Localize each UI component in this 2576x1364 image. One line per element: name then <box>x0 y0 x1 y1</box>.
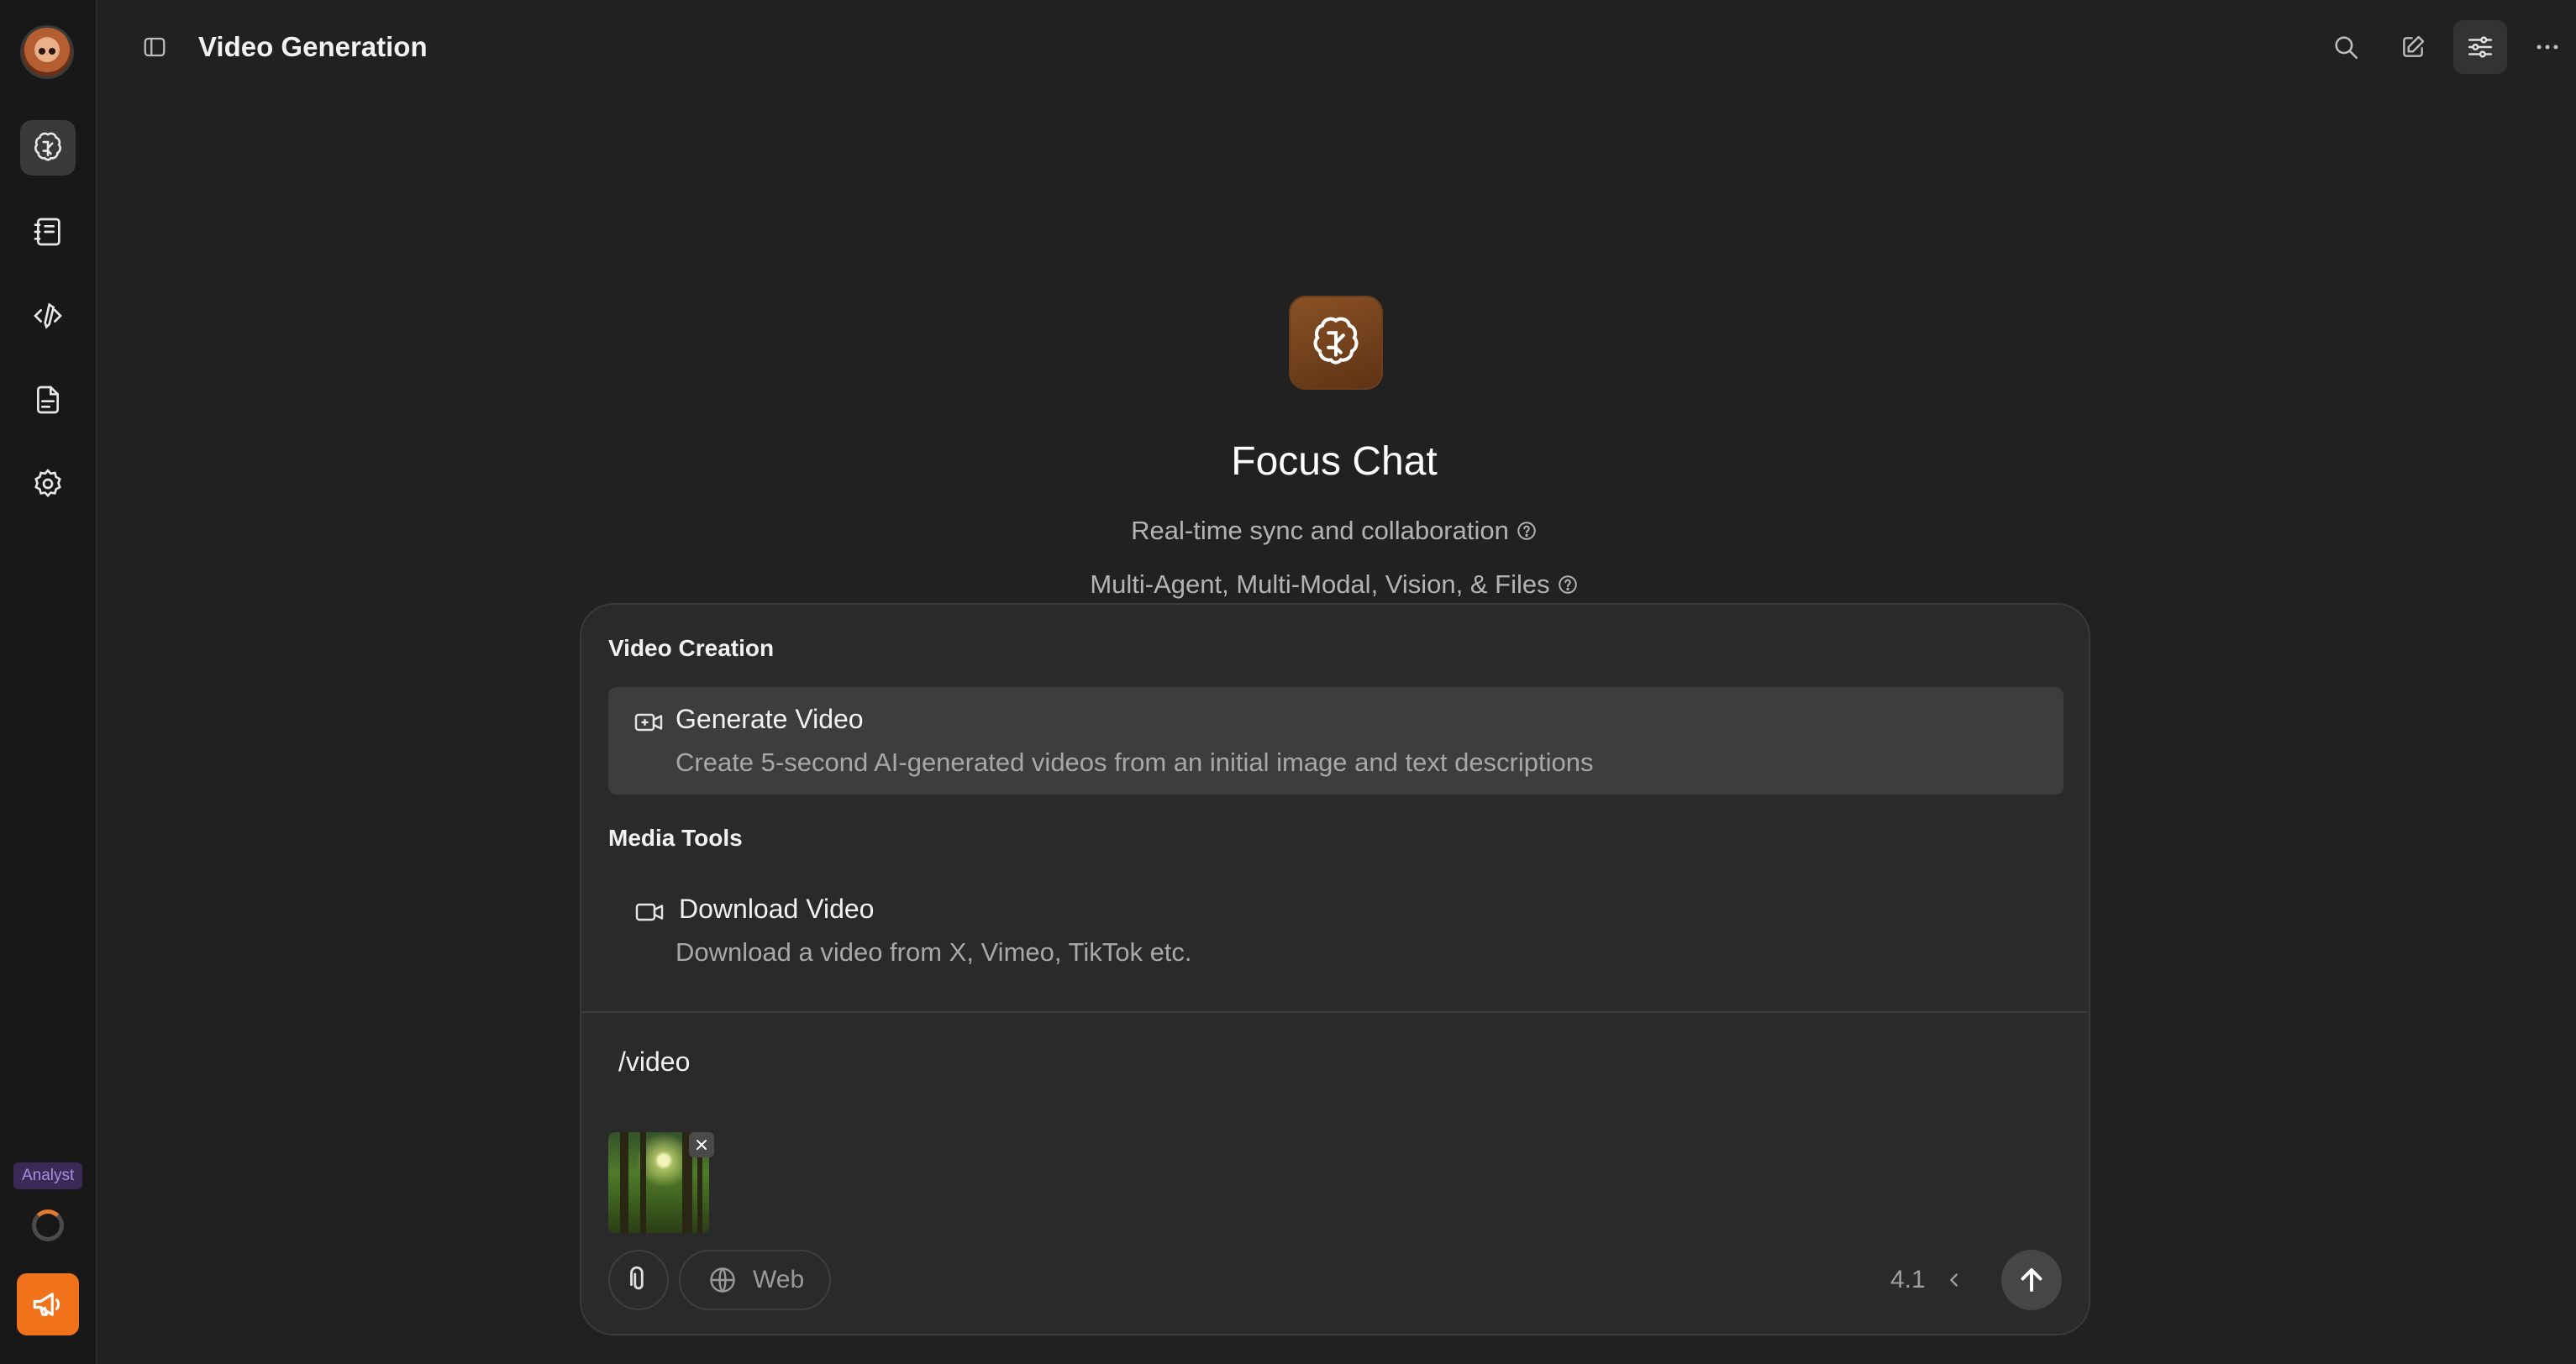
attach-file-button[interactable] <box>608 1250 669 1310</box>
feature-text: Real-time sync and collaboration <box>1131 516 1509 545</box>
command-panel: Video Creation Generate Video Create 5-s… <box>580 603 2090 1335</box>
sidebar-panel-icon <box>144 37 166 57</box>
globe-icon <box>710 1267 735 1293</box>
app-logo <box>1289 296 1383 390</box>
divider <box>581 1011 2089 1013</box>
code-pen-icon <box>34 302 62 329</box>
more-icon <box>2537 45 2558 50</box>
sidebar-item-documents[interactable] <box>20 372 76 428</box>
more-options-button[interactable] <box>2521 20 2574 74</box>
sidebar-item-code[interactable] <box>20 288 76 344</box>
video-plus-icon <box>634 713 663 732</box>
section-label: Media Tools <box>608 825 743 851</box>
help-icon[interactable] <box>1557 574 1579 595</box>
avatar[interactable] <box>20 25 74 79</box>
brain-icon <box>1313 317 1359 365</box>
web-label: Web <box>753 1266 805 1293</box>
message-input[interactable]: /video <box>618 1033 1795 1131</box>
app-name: Focus Chat <box>1231 439 1438 484</box>
arrow-up-icon <box>2021 1268 2042 1292</box>
megaphone-icon <box>33 1293 60 1316</box>
send-button[interactable] <box>2001 1250 2062 1310</box>
sidebar-item-chat[interactable] <box>20 120 76 176</box>
sidebar-item-notebook[interactable] <box>20 204 76 260</box>
command-title: Download Video <box>679 894 875 924</box>
feature-text: Multi-Agent, Multi-Modal, Vision, & File… <box>1090 569 1550 599</box>
analyst-badge: Analyst <box>13 1162 83 1189</box>
document-icon <box>37 386 59 414</box>
model-version[interactable]: 4.1 <box>1890 1263 1926 1297</box>
video-camera-icon <box>635 903 664 921</box>
command-generate-video[interactable]: Generate Video Create 5-second AI-genera… <box>608 687 2063 795</box>
settings-sliders-button[interactable] <box>2453 20 2507 74</box>
remove-attachment-button[interactable] <box>689 1132 714 1157</box>
command-download-video[interactable]: Download Video Download a video from X, … <box>608 877 2063 984</box>
paperclip-icon <box>630 1266 644 1290</box>
model-selector-button[interactable] <box>1939 1265 1969 1295</box>
help-icon[interactable] <box>1516 520 1538 542</box>
page-title: Video Generation <box>198 31 428 62</box>
notebook-icon <box>34 218 60 246</box>
web-search-toggle[interactable]: Web <box>679 1250 832 1310</box>
sliders-icon <box>2468 36 2493 58</box>
top-bar: Video Generation <box>97 0 2576 94</box>
command-title: Generate Video <box>676 704 864 734</box>
new-chat-button[interactable] <box>2386 20 2440 74</box>
command-description: Create 5-second AI-generated videos from… <box>676 748 1594 777</box>
command-description: Download a video from X, Vimeo, TikTok e… <box>676 937 1192 967</box>
edit-icon <box>2403 35 2425 57</box>
close-icon <box>697 1140 707 1150</box>
sidebar-item-settings[interactable] <box>20 456 76 512</box>
left-sidebar: Analyst <box>0 0 97 1364</box>
section-label: Video Creation <box>608 635 775 661</box>
brain-icon <box>34 132 61 161</box>
feature-line-multimodal: Multi-Agent, Multi-Modal, Vision, & File… <box>914 568 1754 601</box>
sidebar-toggle-button[interactable] <box>136 29 173 66</box>
chevron-left-icon <box>1950 1273 1958 1287</box>
loading-spinner <box>32 1209 64 1241</box>
search-button[interactable] <box>2319 20 2373 74</box>
feature-line-sync: Real-time sync and collaboration <box>914 514 1754 548</box>
search-icon <box>2335 36 2358 60</box>
settings-icon <box>34 469 61 498</box>
announcements-button[interactable] <box>17 1273 79 1335</box>
